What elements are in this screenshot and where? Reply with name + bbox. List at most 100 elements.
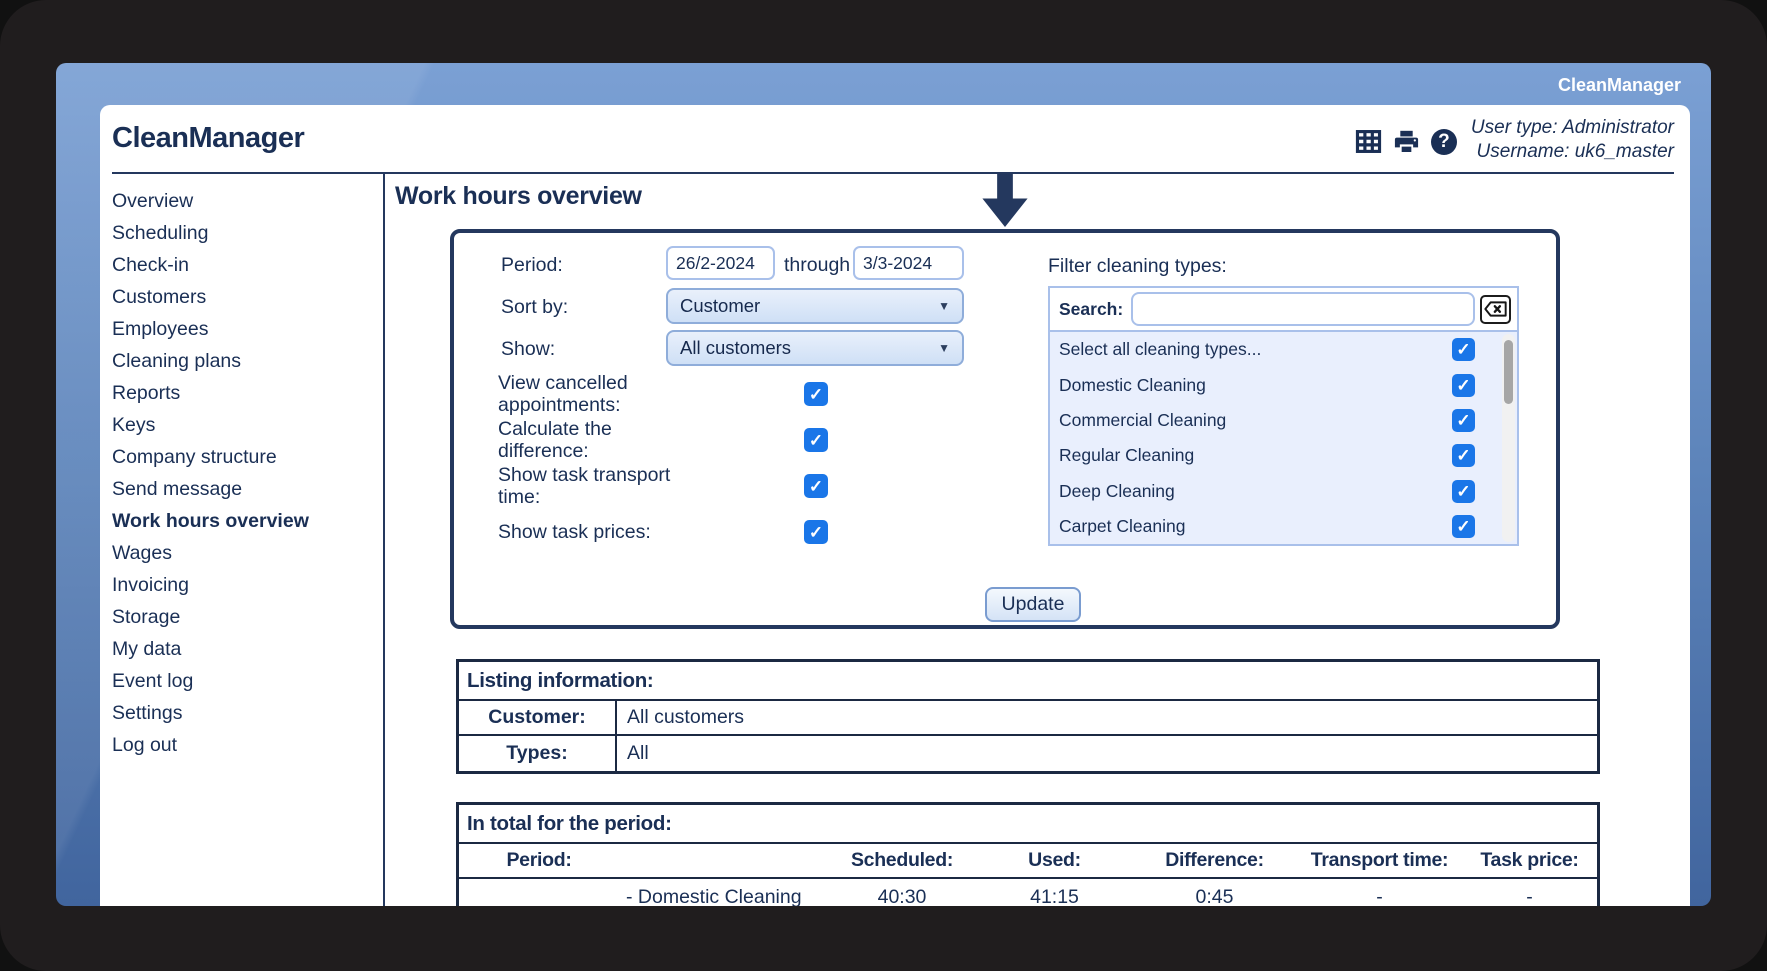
sort-by-select[interactable]: Customer ▼	[666, 288, 964, 324]
form-checkbox[interactable]: ✓	[804, 382, 828, 406]
search-input[interactable]	[1131, 292, 1475, 326]
sidebar-item-label: Event log	[112, 670, 194, 692]
sort-by-label: Sort by:	[501, 296, 569, 318]
sidebar-item[interactable]: My data	[100, 633, 383, 665]
printer-icon[interactable]	[1393, 128, 1420, 155]
sidebar-item[interactable]: Send message	[100, 473, 383, 505]
listing-information-table: Listing information: Customer: All custo…	[456, 659, 1600, 774]
search-row: Search:	[1050, 288, 1517, 332]
header-toolbar: ?	[1355, 128, 1457, 155]
checkbox-label: View cancelled appointments:	[498, 372, 628, 416]
clear-search-button[interactable]	[1480, 294, 1511, 324]
list-scrollbar[interactable]	[1502, 334, 1515, 542]
sidebar-item-label: Work hours overview	[112, 510, 309, 532]
sidebar-item-label: Invoicing	[112, 574, 189, 596]
totals-column-header: Task price:	[1462, 844, 1597, 879]
sidebar-item[interactable]: Event log	[100, 665, 383, 697]
sidebar-item[interactable]: Scheduling	[100, 217, 383, 249]
period-to-input[interactable]	[853, 246, 964, 280]
cleaning-type-label: Carpet Cleaning	[1059, 516, 1186, 537]
username: Username: uk6_master	[1476, 140, 1674, 162]
totals-data-rows: - Domestic Cleaning 40:30 41:15 0:45 - -	[459, 879, 1597, 907]
sidebar-item[interactable]: Work hours overview	[100, 505, 383, 537]
totals-column-header: Period:	[459, 844, 619, 879]
chevron-down-icon: ▼	[938, 341, 950, 355]
sidebar-item[interactable]: Settings	[100, 697, 383, 729]
cleaning-type-label: Regular Cleaning	[1059, 445, 1195, 466]
form-checkbox[interactable]: ✓	[804, 474, 828, 498]
cleaning-type-row[interactable]: Select all cleaning types... ✓	[1050, 332, 1517, 367]
check-icon: ✓	[1456, 517, 1471, 537]
checkbox-label: Show task transport time:	[498, 464, 671, 508]
table-icon[interactable]	[1355, 128, 1382, 155]
check-icon: ✓	[1456, 446, 1471, 466]
cleaning-type-row[interactable]: Domestic Cleaning ✓	[1050, 367, 1517, 402]
sidebar-item-label: Cleaning plans	[112, 350, 242, 372]
sidebar-item-label: Log out	[112, 734, 178, 756]
sidebar-item[interactable]: Employees	[100, 313, 383, 345]
show-select[interactable]: All customers ▼	[666, 330, 964, 366]
sidebar-item[interactable]: Cleaning plans	[100, 345, 383, 377]
cleaning-type-checkbox[interactable]: ✓	[1452, 373, 1475, 397]
sidebar-item[interactable]: Check-in	[100, 249, 383, 281]
cleaning-type-row[interactable]: Regular Cleaning ✓	[1050, 438, 1517, 473]
sidebar-item-label: Wages	[112, 542, 172, 564]
scrollbar-thumb[interactable]	[1504, 340, 1513, 404]
totals-column-header: Transport time:	[1297, 844, 1462, 879]
sidebar-item[interactable]: Company structure	[100, 441, 383, 473]
cleaning-type-checkbox[interactable]: ✓	[1452, 408, 1475, 432]
show-label: Show:	[501, 338, 556, 360]
sidebar-item[interactable]: Reports	[100, 377, 383, 409]
totals-cell-scheduled: 40:30	[877, 885, 927, 907]
sidebar-item-label: Storage	[112, 606, 181, 628]
chevron-down-icon: ▼	[938, 299, 950, 313]
check-icon: ✓	[1456, 375, 1471, 395]
window-brand-label: CleanManager	[1557, 75, 1681, 95]
sort-by-value: Customer	[680, 295, 761, 316]
sidebar-item[interactable]: Overview	[100, 185, 383, 217]
listing-row-label: Customer:	[459, 701, 617, 736]
cleaning-type-checkbox[interactable]: ✓	[1452, 338, 1475, 362]
cleaning-type-checkbox[interactable]: ✓	[1452, 444, 1475, 468]
down-arrow-icon	[982, 173, 1028, 233]
show-value: All customers	[680, 337, 792, 358]
sidebar-item-label: Settings	[112, 702, 183, 724]
user-type: User type: Administrator	[1470, 116, 1674, 138]
check-icon: ✓	[1456, 481, 1471, 501]
check-icon: ✓	[808, 476, 824, 496]
check-icon: ✓	[1456, 410, 1471, 430]
sidebar-item[interactable]: Log out	[100, 729, 383, 761]
totals-cell-used: 41:15	[1030, 885, 1079, 907]
totals-column-header	[619, 844, 827, 879]
sidebar-item[interactable]: Storage	[100, 601, 383, 633]
cleaning-type-checkbox[interactable]: ✓	[1452, 515, 1475, 539]
listing-row-value: All	[627, 742, 649, 764]
cleaning-type-checkbox[interactable]: ✓	[1452, 479, 1475, 503]
cleaning-type-row[interactable]: Deep Cleaning ✓	[1050, 474, 1517, 509]
help-icon[interactable]: ?	[1430, 128, 1457, 155]
sidebar-item[interactable]: Invoicing	[100, 569, 383, 601]
cleaning-types-filter: Search: Select all cleaning types... ✓ D…	[1048, 286, 1519, 546]
sidebar-item[interactable]: Keys	[100, 409, 383, 441]
sidebar-item-label: Reports	[112, 382, 181, 404]
totals-column-header: Difference:	[1132, 844, 1297, 879]
cleaning-type-row[interactable]: Commercial Cleaning ✓	[1050, 403, 1517, 438]
period-from-input[interactable]	[666, 246, 775, 280]
form-checkbox[interactable]: ✓	[804, 520, 828, 544]
sidebar-item[interactable]: Wages	[100, 537, 383, 569]
search-label: Search:	[1059, 298, 1124, 319]
update-button[interactable]: Update	[985, 587, 1081, 622]
totals-cell-difference: 0:45	[1195, 885, 1234, 907]
checkbox-label: Show task prices:	[498, 521, 651, 543]
device-bezel: CleanManager CleanManager ? User type: A…	[0, 0, 1767, 971]
checkbox-row: Show task transport time: ✓	[498, 463, 838, 509]
totals-cell-period	[459, 879, 619, 906]
cleaning-type-label: Domestic Cleaning	[1059, 374, 1206, 395]
sidebar-item-label: Company structure	[112, 446, 277, 468]
sidebar-item[interactable]: Customers	[100, 281, 383, 313]
form-checkbox[interactable]: ✓	[804, 428, 828, 452]
listing-information-title: Listing information:	[459, 662, 1597, 701]
totals-cell-transport: -	[1376, 885, 1383, 907]
totals-table: In total for the period: Period: Schedul…	[456, 802, 1600, 906]
cleaning-type-row[interactable]: Carpet Cleaning ✓	[1050, 509, 1517, 544]
